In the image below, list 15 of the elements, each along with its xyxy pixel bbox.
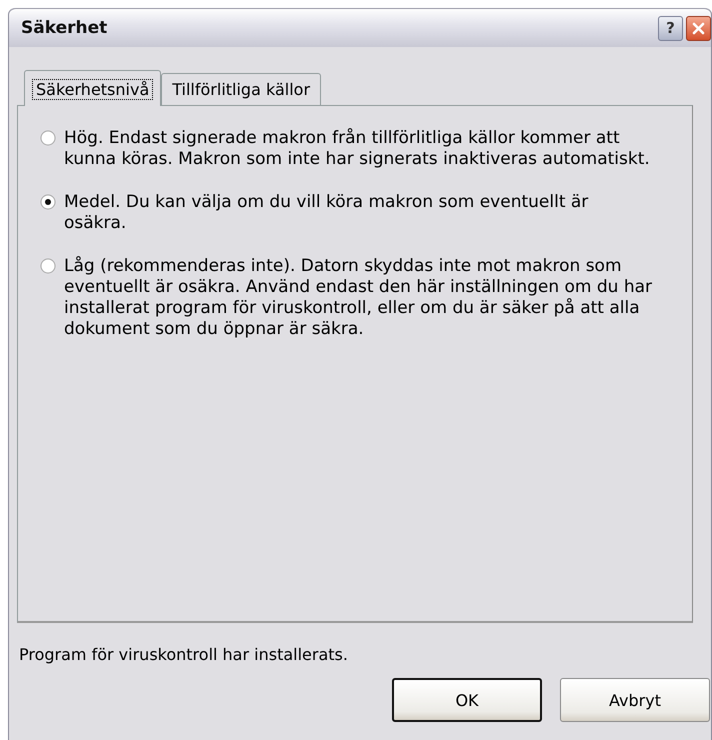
cancel-button[interactable]: Avbryt (560, 678, 710, 722)
radio-button[interactable] (40, 258, 56, 274)
close-icon (691, 20, 706, 36)
help-button[interactable]: ? (658, 16, 683, 40)
option-label: Låg (rekommenderas inte). Datorn skyddas inte mot makron som eventuellt är osäkra. Använd endast den här inställningen om du har installerat program för viruskontroll, eller om du är säker på att alla dokument som du öppnar är säkra. (64, 256, 654, 340)
ok-button[interactable]: OK (392, 678, 542, 722)
window-title: Säkerhet (21, 18, 108, 38)
option-label: Hög. Endast signerade makron från tillförlitliga källor kommer att kunna köras. Makron som inte har signerats inaktiveras automatiskt. (64, 128, 651, 170)
tab[interactable]: Tillförlitliga källor (161, 73, 322, 105)
option-label: Medel. Du kan välja om du vill köra makron som eventuellt är osäkra. (64, 192, 590, 234)
radio-button[interactable] (40, 194, 56, 210)
tab[interactable]: Säkerhetsnivå (24, 70, 162, 106)
radio-button[interactable] (40, 130, 56, 146)
status-text: Program för viruskontroll har installerats. (19, 645, 349, 664)
close-button[interactable] (686, 16, 711, 40)
